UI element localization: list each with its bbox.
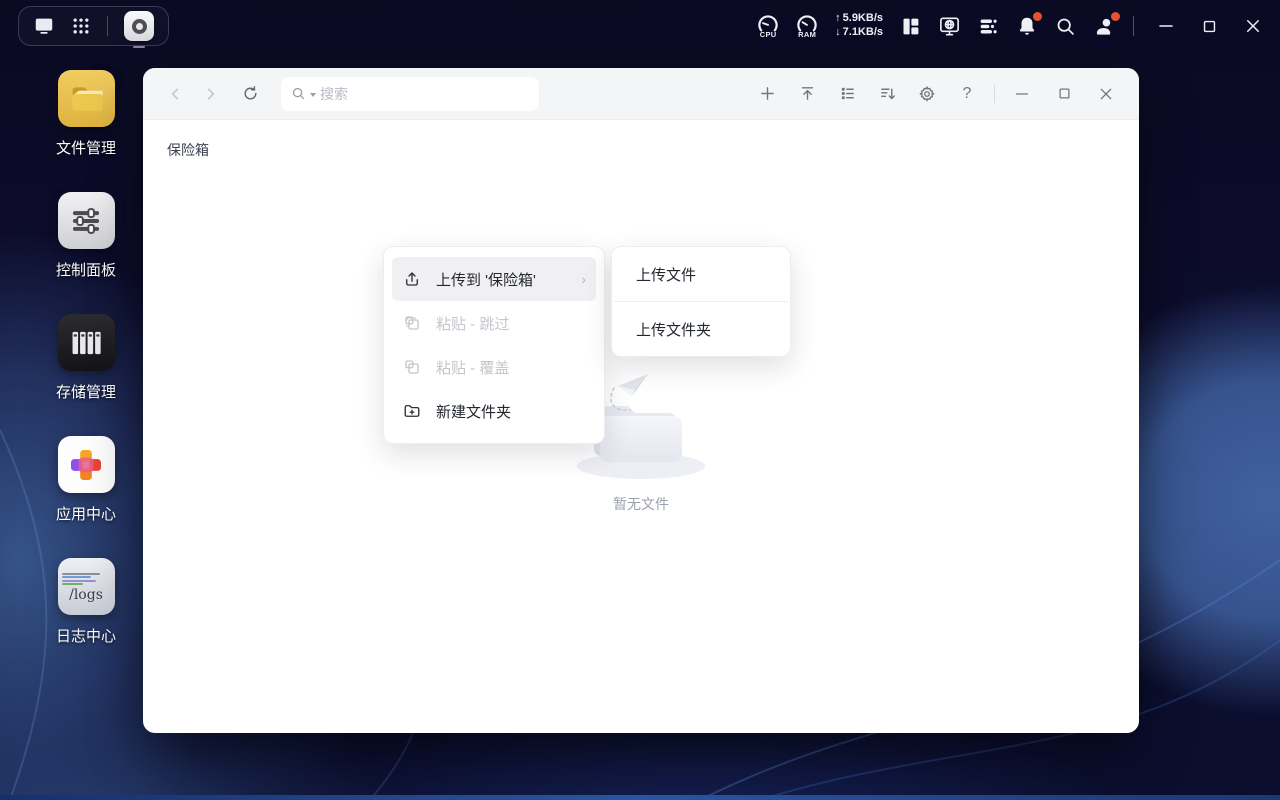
- running-app-indicator: [133, 45, 145, 48]
- view-mode-button[interactable]: [830, 77, 864, 111]
- window-minimize-icon[interactable]: [1005, 77, 1039, 111]
- file-manager-window: ? 保险箱: [143, 68, 1139, 733]
- toolbar-separator: [994, 84, 995, 103]
- app-window-controls: [1005, 77, 1123, 111]
- empty-state-text: 暂无文件: [613, 496, 669, 512]
- desktop-icon-file-manager[interactable]: 文件管理: [31, 70, 141, 158]
- download-speed: 7.1KB/s: [842, 26, 883, 38]
- app-launcher-grid-icon[interactable]: [71, 16, 91, 36]
- minimize-icon[interactable]: [1157, 17, 1175, 35]
- search-icon: [292, 87, 305, 100]
- notifications-bell-icon[interactable]: [1016, 12, 1042, 37]
- tray-separator: [1133, 16, 1134, 36]
- cpu-gauge[interactable]: CPU: [757, 14, 779, 39]
- context-menu: 上传到 '保险箱' › 粘贴 - 跳过 粘贴 - 覆盖 新建文件夹: [383, 246, 605, 444]
- ram-gauge[interactable]: RAM: [796, 14, 818, 39]
- upload-speed: 5.9KB/s: [842, 12, 883, 25]
- submenu-item-label: 上传文件: [636, 266, 697, 284]
- forward-button[interactable]: [193, 77, 227, 111]
- new-folder-icon: [402, 402, 422, 420]
- submenu-item-upload-folder[interactable]: 上传文件夹: [612, 302, 790, 356]
- remote-access-icon[interactable]: [938, 15, 961, 38]
- menu-item-label: 新建文件夹: [436, 403, 512, 421]
- sort-button[interactable]: [870, 77, 904, 111]
- desktop-icon-control-panel[interactable]: 控制面板: [31, 192, 141, 280]
- system-tray: CPU RAM ↑ 5.9KB/s ↓ 7.1KB/s: [757, 11, 1262, 40]
- desktop-icon-label: 文件管理: [55, 140, 116, 157]
- back-button[interactable]: [159, 77, 193, 111]
- search-input[interactable]: [320, 85, 529, 102]
- network-speed[interactable]: ↑ 5.9KB/s ↓ 7.1KB/s: [835, 12, 883, 40]
- maximize-icon[interactable]: [1201, 18, 1218, 35]
- desktop-icon-label: 存储管理: [55, 384, 116, 401]
- notification-badge: [1033, 12, 1042, 21]
- upload-tray-icon: [402, 270, 422, 288]
- refresh-button[interactable]: [233, 77, 267, 111]
- breadcrumb-row: 保险箱: [143, 120, 1139, 160]
- wallpaper-horizon-strip: [0, 795, 1280, 800]
- search-filter-caret-icon[interactable]: [310, 92, 316, 97]
- menu-item-upload-to[interactable]: 上传到 '保险箱' ›: [392, 257, 596, 301]
- desktop-icon-label: 应用中心: [55, 506, 116, 523]
- paste-copy-icon: [402, 358, 422, 376]
- control-panel-sliders-icon: [57, 192, 115, 249]
- system-top-bar: CPU RAM ↑ 5.9KB/s ↓ 7.1KB/s: [0, 0, 1280, 52]
- global-search-icon[interactable]: [1055, 16, 1076, 37]
- file-manager-folder-icon: [57, 70, 115, 127]
- cpu-label: CPU: [759, 29, 777, 39]
- menu-item-label: 上传到 '保险箱': [436, 271, 536, 289]
- settings-gear-button[interactable]: [910, 77, 944, 111]
- app-center-tiles-icon: [57, 436, 115, 493]
- desktop-icon-storage-manager[interactable]: 存储管理: [31, 314, 141, 402]
- desktop-icon-column: 文件管理 控制面板 存储管理 应用中心 /logs 日志中心: [40, 70, 132, 646]
- desktop-icon-log-center[interactable]: /logs 日志中心: [31, 558, 141, 646]
- window-toolbar: ?: [750, 77, 984, 111]
- user-badge: [1111, 11, 1120, 21]
- close-icon[interactable]: [1244, 17, 1262, 35]
- new-item-button[interactable]: [750, 77, 784, 111]
- desktop-window-controls: [1157, 17, 1262, 35]
- upload-submenu: 上传文件 上传文件夹: [611, 246, 791, 357]
- show-desktop-icon[interactable]: [33, 15, 55, 37]
- menu-item-label: 粘贴 - 覆盖: [436, 359, 510, 377]
- help-button[interactable]: ?: [950, 77, 984, 111]
- log-lines-decoration: [61, 573, 111, 585]
- submenu-chevron-icon: ›: [581, 271, 586, 287]
- paste-copy-icon: [402, 314, 422, 332]
- menu-item-paste-overwrite[interactable]: 粘贴 - 覆盖: [392, 345, 596, 389]
- storage-drive-bays-icon: [57, 314, 115, 371]
- window-maximize-icon[interactable]: [1047, 77, 1081, 111]
- logs-icon-text: /logs: [69, 586, 103, 603]
- download-arrow-icon: ↓: [835, 26, 841, 38]
- task-queue-icon[interactable]: [978, 16, 999, 37]
- camera-lens-icon: [131, 18, 147, 34]
- user-account-icon[interactable]: [1093, 11, 1120, 38]
- log-center-icon: /logs: [57, 558, 115, 615]
- running-app-camera-icon[interactable]: [124, 11, 154, 48]
- window-header: ?: [143, 68, 1139, 120]
- menu-item-new-folder[interactable]: 新建文件夹: [392, 389, 596, 433]
- taskbar-separator: [107, 16, 108, 36]
- submenu-item-label: 上传文件夹: [636, 321, 712, 339]
- submenu-item-upload-file[interactable]: 上传文件: [612, 247, 790, 301]
- window-close-icon[interactable]: [1089, 77, 1123, 111]
- desktop-icon-app-center[interactable]: 应用中心: [31, 436, 141, 524]
- search-box[interactable]: [281, 76, 539, 111]
- widget-panel-icon[interactable]: [900, 16, 921, 37]
- desktop-icon-label: 控制面板: [55, 262, 116, 279]
- ram-label: RAM: [798, 29, 817, 39]
- breadcrumb[interactable]: 保险箱: [167, 140, 209, 160]
- upload-arrow-icon: ↑: [835, 12, 841, 25]
- menu-item-label: 粘贴 - 跳过: [436, 315, 510, 333]
- upload-button[interactable]: [790, 77, 824, 111]
- menu-item-paste-skip[interactable]: 粘贴 - 跳过: [392, 301, 596, 345]
- taskbar-pill: [18, 6, 169, 48]
- desktop-icon-label: 日志中心: [55, 628, 116, 645]
